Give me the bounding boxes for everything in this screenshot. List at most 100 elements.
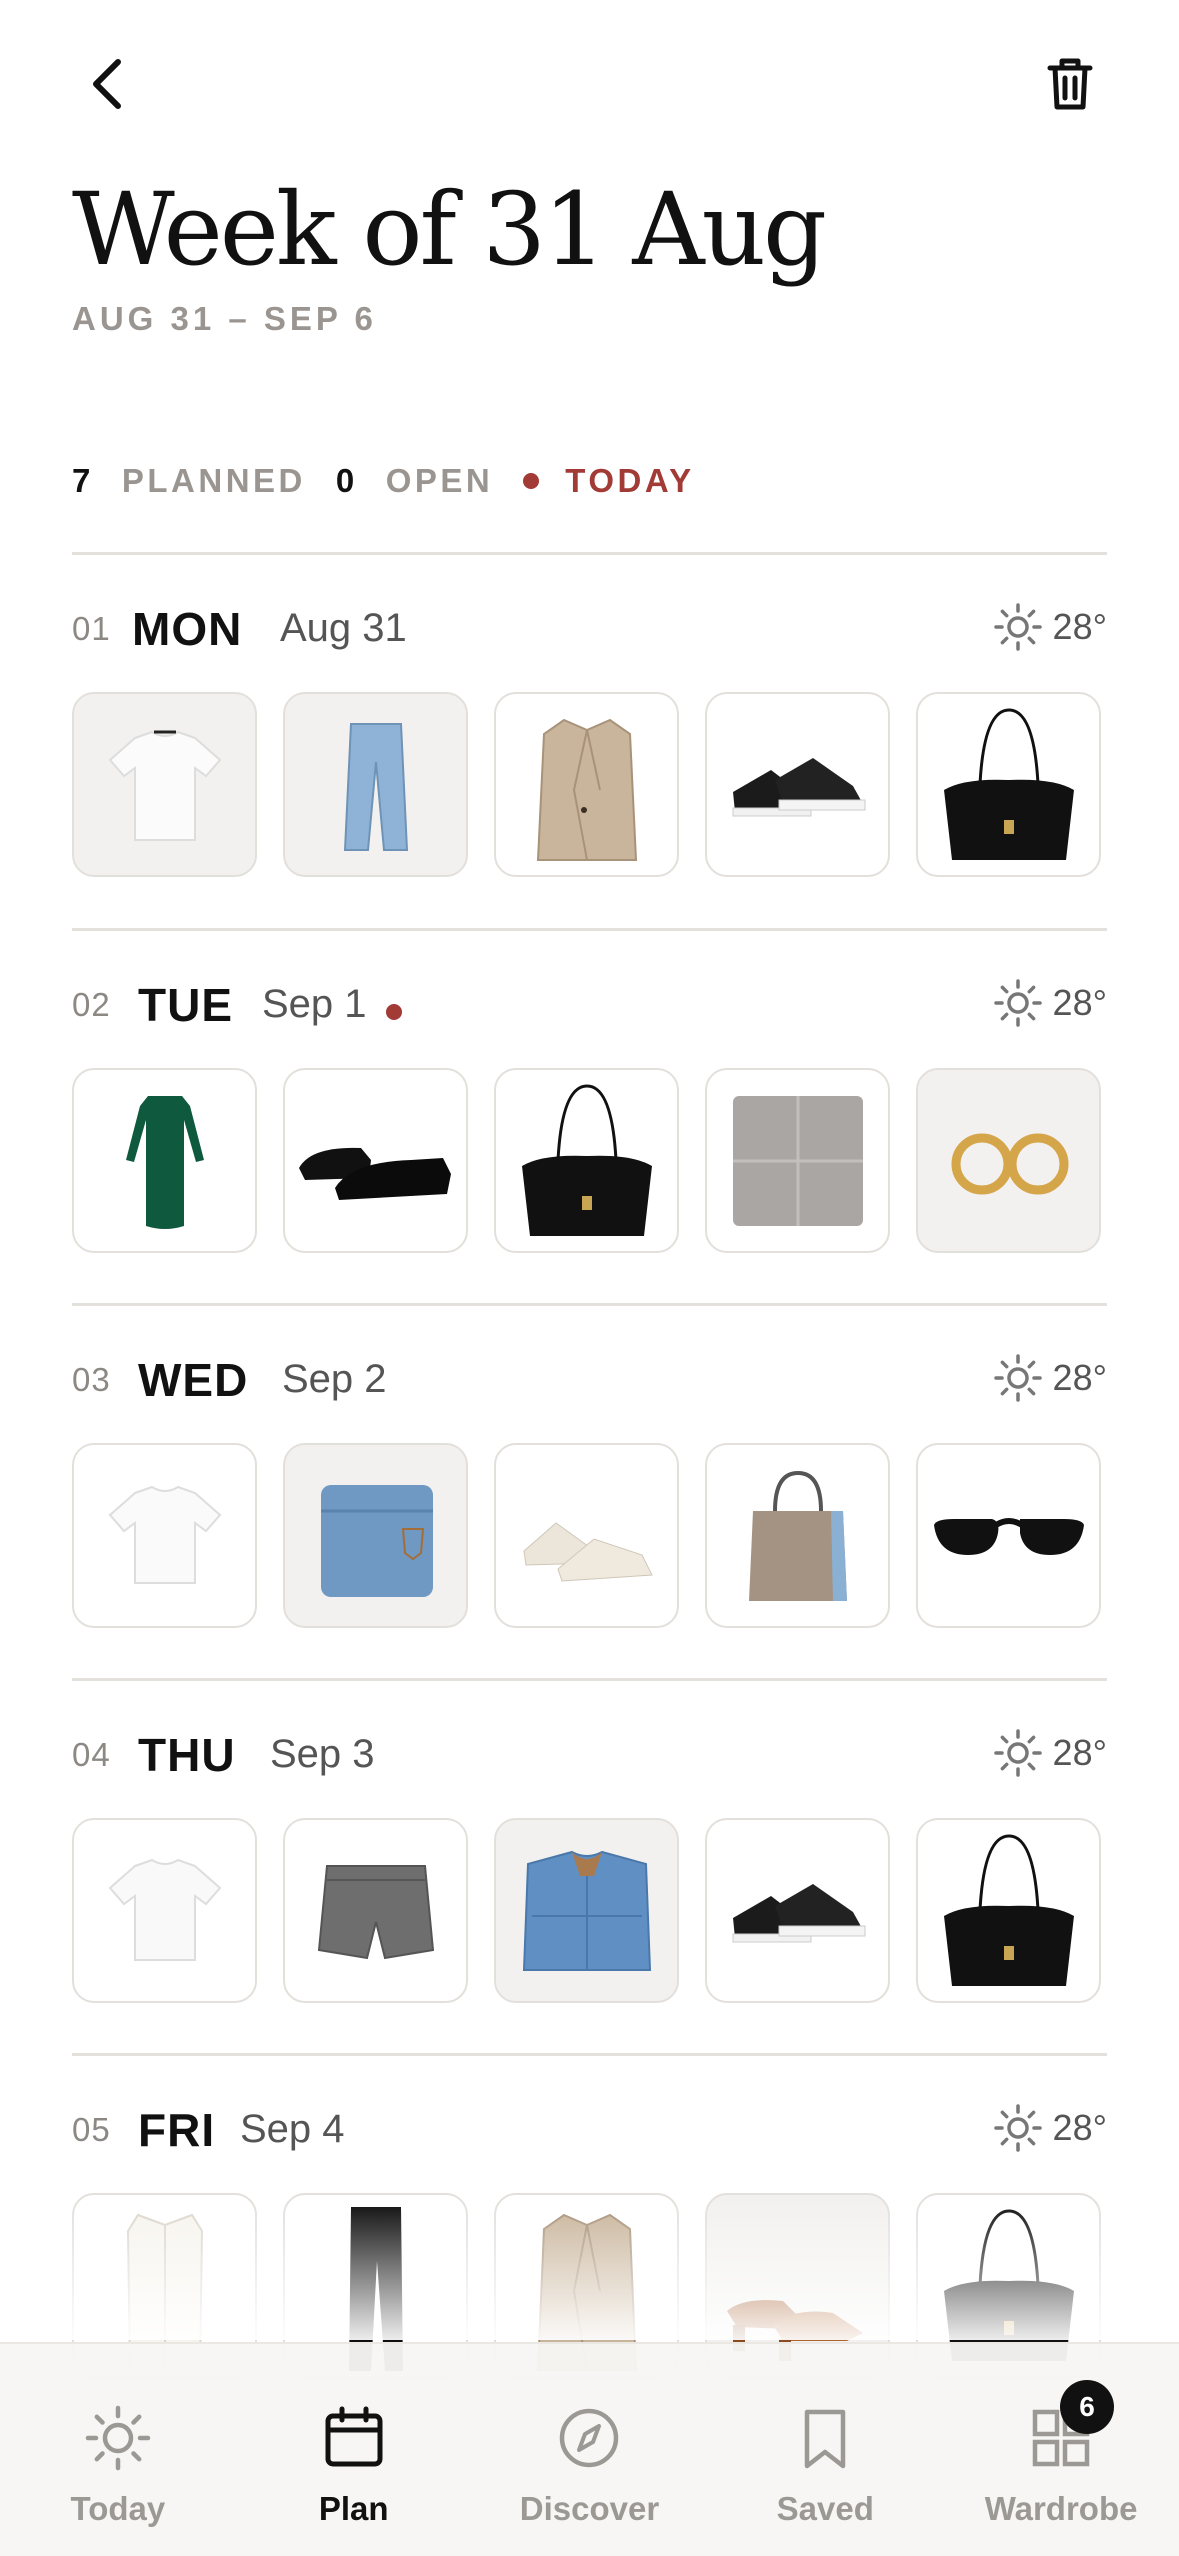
temperature: 28° <box>1052 606 1107 647</box>
blazer-icon <box>536 718 637 861</box>
temperature: 28° <box>1052 2107 1107 2148</box>
bag-icon <box>521 1083 652 1236</box>
sunglasses-icon <box>933 1517 1084 1555</box>
weather: 28° <box>993 1353 1107 1403</box>
open-count: 0 <box>335 462 358 499</box>
item-tote-bag[interactable] <box>705 1443 890 1628</box>
sun-icon <box>993 603 1042 651</box>
day-number: 04 <box>72 1736 111 1773</box>
tab-label: Saved <box>776 2490 874 2527</box>
item-cream-sneakers[interactable] <box>494 1443 679 1628</box>
day-row-mon[interactable]: 01 MON Aug 31 28° <box>72 590 1107 965</box>
weather: 28° <box>993 2103 1107 2153</box>
item-black-shoulder-bag[interactable] <box>916 1818 1101 2003</box>
day-row-tue[interactable]: 02 TUE Sep 1 28° <box>72 966 1107 1341</box>
item-black-loafers[interactable] <box>283 1068 468 1253</box>
jeans-icon <box>343 722 408 851</box>
day-row-thu[interactable]: 04 THU Sep 3 28° <box>72 1716 1107 2091</box>
day-name: TUE <box>138 979 233 1031</box>
bottom-tab-bar: Today Plan Discover Saved Wardrobe <box>0 2342 1179 2556</box>
page-title: Week of 31 Aug <box>72 171 827 288</box>
item-black-sneakers[interactable] <box>705 692 890 877</box>
outfit-items <box>72 1068 1101 1253</box>
tab-plan[interactable]: Plan <box>236 2344 472 2556</box>
temperature: 28° <box>1052 1732 1107 1773</box>
shorts-icon <box>317 1864 434 1959</box>
day-number: 01 <box>72 610 111 647</box>
planned-label: PLANNED <box>121 462 306 499</box>
day-date: Aug 31 <box>280 606 407 650</box>
back-button[interactable] <box>80 52 136 116</box>
day-row-wed[interactable]: 03 WED Sep 2 28° <box>72 1341 1107 1716</box>
sneaker-icon <box>732 757 865 816</box>
week-stats: 7 PLANNED 0 OPEN TODAY <box>72 462 695 500</box>
day-date: Sep 2 <box>282 1357 387 1401</box>
scroll-fade <box>0 2200 1179 2340</box>
tab-label: Plan <box>318 2490 389 2527</box>
bookmark-icon <box>805 2409 846 2469</box>
item-folded-jeans[interactable] <box>283 1443 468 1628</box>
bag-icon <box>943 707 1074 860</box>
dress-icon <box>125 1095 204 1229</box>
bag-icon <box>943 1833 1074 1986</box>
today-label: TODAY <box>565 462 695 499</box>
sneaker-icon <box>732 1883 865 1942</box>
sun-icon <box>993 2104 1042 2152</box>
weather: 28° <box>993 1728 1107 1778</box>
outfit-items <box>72 692 1101 877</box>
divider <box>72 928 1107 931</box>
jacket-icon <box>522 1850 651 1971</box>
sun-icon <box>85 2405 151 2471</box>
day-number: 03 <box>72 1361 111 1398</box>
trash-icon <box>1047 58 1093 110</box>
tshirt-icon <box>108 730 221 841</box>
item-black-shoulder-bag[interactable] <box>916 692 1101 877</box>
day-header: 01 MON Aug 31 28° <box>72 590 1107 670</box>
chevron-left-icon <box>93 59 121 109</box>
compass-icon <box>560 2408 619 2468</box>
divider <box>72 1678 1107 1681</box>
tab-discover[interactable]: Discover <box>472 2344 708 2556</box>
top-bar <box>0 0 1179 170</box>
divider <box>72 2053 1107 2056</box>
item-grey-denim-shorts[interactable] <box>283 1818 468 2003</box>
tab-today[interactable]: Today <box>0 2344 236 2556</box>
day-header: 04 THU Sep 3 28° <box>72 1716 1107 1796</box>
day-number: 02 <box>72 986 111 1023</box>
item-gold-hoop-earrings[interactable] <box>916 1068 1101 1253</box>
planned-count: 7 <box>72 462 94 499</box>
day-header: 03 WED Sep 2 28° <box>72 1341 1107 1421</box>
temperature: 28° <box>1052 1357 1107 1398</box>
loafer-icon <box>298 1147 451 1200</box>
item-grey-silk-scarf[interactable] <box>705 1068 890 1253</box>
item-beige-blazer[interactable] <box>494 692 679 877</box>
outfit-items <box>72 1443 1101 1628</box>
delete-week-button[interactable] <box>1040 52 1100 116</box>
today-indicator-icon <box>386 1004 402 1020</box>
tab-saved[interactable]: Saved <box>707 2344 943 2556</box>
day-date: Sep 4 <box>240 2107 345 2151</box>
tshirt-icon <box>108 1485 221 1584</box>
item-black-shoulder-bag[interactable] <box>494 1068 679 1253</box>
item-denim-jacket[interactable] <box>494 1818 679 2003</box>
item-black-sneakers[interactable] <box>705 1818 890 2003</box>
day-date: Sep 1 <box>262 982 367 1026</box>
sun-icon <box>993 1354 1042 1402</box>
open-label: OPEN <box>385 462 494 499</box>
tab-wardrobe[interactable]: Wardrobe <box>943 2344 1179 2556</box>
weather: 28° <box>993 978 1107 1028</box>
item-white-tshirt[interactable] <box>72 1818 257 2003</box>
weather: 28° <box>993 602 1107 652</box>
tab-label: Discover <box>519 2490 660 2527</box>
item-green-dress[interactable] <box>72 1068 257 1253</box>
divider <box>72 1303 1107 1306</box>
tshirt-icon <box>108 1858 221 1961</box>
divider <box>72 552 1107 555</box>
outfit-items <box>72 1818 1101 2003</box>
item-black-sunglasses[interactable] <box>916 1443 1101 1628</box>
tab-label: Today <box>70 2490 166 2527</box>
item-white-tshirt[interactable] <box>72 692 257 877</box>
item-light-wash-jeans[interactable] <box>283 692 468 877</box>
week-date-range: AUG 31 – SEP 6 <box>72 300 377 337</box>
item-white-tshirt[interactable] <box>72 1443 257 1628</box>
